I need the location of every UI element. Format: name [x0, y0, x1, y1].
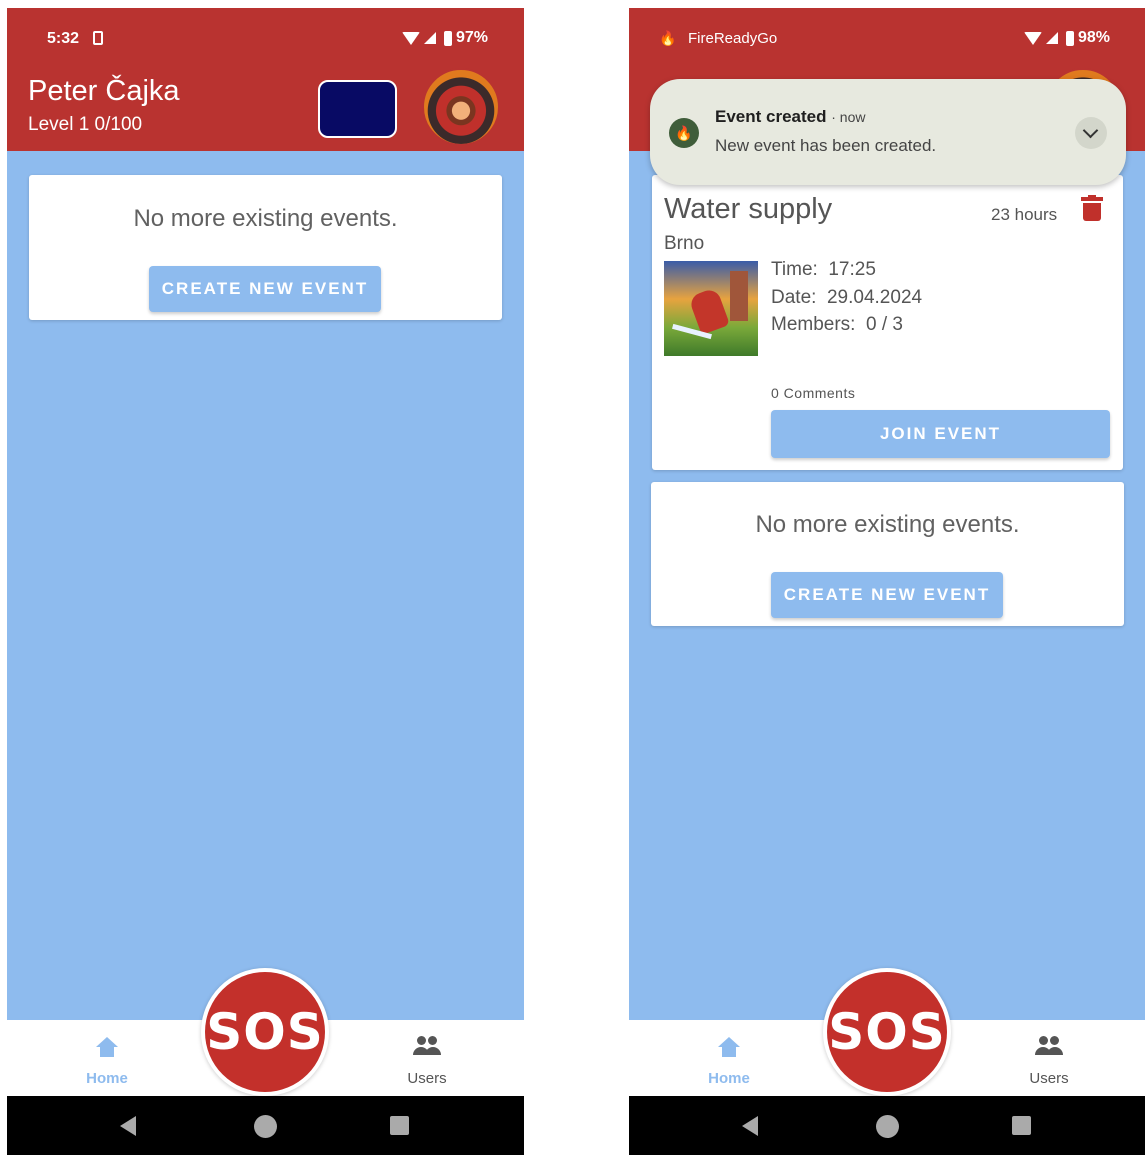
- download-notification-icon: [93, 31, 103, 45]
- event-card[interactable]: Water supply 23 hours Brno Time: 17:25 D…: [652, 175, 1123, 470]
- event-date-row: Date: 29.04.2024: [771, 287, 922, 309]
- empty-events-card: No more existing events. CREATE NEW EVEN…: [29, 175, 502, 320]
- avatar[interactable]: [422, 68, 500, 146]
- system-navigation-bar: [629, 1096, 1145, 1155]
- home-circle-icon[interactable]: [876, 1115, 899, 1138]
- back-icon[interactable]: [742, 1116, 758, 1136]
- battery-icon: [1065, 30, 1074, 46]
- battery-percent: 98%: [1077, 29, 1110, 46]
- nav-home-label: Home: [708, 1070, 750, 1087]
- notification-header: Event created · now: [715, 107, 866, 126]
- nav-users-label: Users: [1029, 1070, 1069, 1087]
- event-time-row: Time: 17:25: [771, 259, 876, 281]
- user-level: Level 1 0/100: [28, 114, 143, 135]
- event-members-row: Members: 0 / 3: [771, 314, 903, 336]
- nav-home-label: Home: [86, 1070, 128, 1087]
- sos-button[interactable]: SOS: [201, 968, 329, 1096]
- nav-home[interactable]: Home: [57, 1020, 157, 1096]
- sos-button[interactable]: SOS: [823, 968, 951, 1096]
- wifi-icon: [401, 31, 420, 45]
- event-time-label: Time:: [771, 259, 818, 280]
- event-date: 29.04.2024: [826, 287, 923, 308]
- recents-icon[interactable]: [390, 1116, 409, 1135]
- battery-percent: 97%: [455, 29, 488, 46]
- phone-screen-left: 5:32 97% Peter Čajka Level 1 0/100 No mo…: [7, 8, 524, 1155]
- status-bar: 5:32 97%: [7, 8, 524, 68]
- event-comments-link[interactable]: 0 Comments: [771, 385, 855, 401]
- event-age: 23 hours: [991, 205, 1058, 224]
- notification-expand-button[interactable]: [1075, 117, 1107, 149]
- nav-users-label: Users: [407, 1070, 447, 1087]
- home-circle-icon[interactable]: [254, 1115, 277, 1138]
- join-event-button[interactable]: JOIN EVENT: [771, 410, 1110, 458]
- recents-icon[interactable]: [1012, 1116, 1031, 1135]
- event-city: Brno: [664, 233, 705, 254]
- nav-home[interactable]: Home: [679, 1020, 779, 1096]
- battery-icon: [443, 30, 452, 46]
- phone-screen-right: 🔥 FireReadyGo 98% Water supply 23 hours …: [629, 8, 1145, 1155]
- users-icon: [1035, 1036, 1063, 1056]
- chevron-down-icon: [1082, 122, 1099, 139]
- event-members: 0 / 3: [866, 314, 904, 335]
- back-icon[interactable]: [120, 1116, 136, 1136]
- rank-badge-button[interactable]: [318, 80, 397, 138]
- app-flame-icon: 🔥: [669, 118, 699, 148]
- sos-label: SOS: [827, 972, 947, 1092]
- notification-banner[interactable]: 🔥 Event created · now New event has been…: [650, 79, 1126, 185]
- empty-events-card: No more existing events. CREATE NEW EVEN…: [651, 482, 1124, 626]
- event-date-label: Date:: [771, 287, 817, 308]
- event-image: [664, 261, 758, 356]
- nav-users[interactable]: Users: [377, 1020, 477, 1096]
- status-indicators: 98%: [1023, 29, 1110, 47]
- home-icon: [718, 1037, 740, 1057]
- status-indicators: 97%: [401, 29, 488, 47]
- notification-title: Event created: [715, 107, 827, 126]
- nav-users[interactable]: Users: [999, 1020, 1099, 1096]
- status-app-name: FireReadyGo: [688, 30, 778, 47]
- empty-events-message: No more existing events.: [755, 511, 1020, 538]
- user-name: Peter Čajka: [28, 75, 180, 107]
- event-members-label: Members:: [771, 314, 856, 335]
- event-title: Water supply: [664, 193, 833, 225]
- users-icon: [413, 1036, 441, 1056]
- notification-body: New event has been created.: [715, 136, 937, 155]
- signal-icon: [423, 32, 436, 44]
- status-bar: 🔥 FireReadyGo 98%: [629, 8, 1145, 68]
- home-icon: [96, 1037, 118, 1057]
- trash-icon[interactable]: [1081, 195, 1103, 221]
- empty-events-message: No more existing events.: [133, 205, 398, 232]
- app-flame-icon: 🔥: [659, 30, 677, 46]
- notification-time: now: [839, 109, 866, 125]
- sos-label: SOS: [205, 972, 325, 1092]
- profile-header: Peter Čajka Level 1 0/100: [7, 68, 524, 151]
- system-navigation-bar: [7, 1096, 524, 1155]
- wifi-icon: [1023, 31, 1042, 45]
- status-time: 5:32: [47, 30, 80, 47]
- event-time: 17:25: [828, 259, 876, 280]
- create-new-event-button[interactable]: CREATE NEW EVENT: [771, 572, 1003, 618]
- signal-icon: [1045, 32, 1058, 44]
- create-new-event-button[interactable]: CREATE NEW EVENT: [149, 266, 381, 312]
